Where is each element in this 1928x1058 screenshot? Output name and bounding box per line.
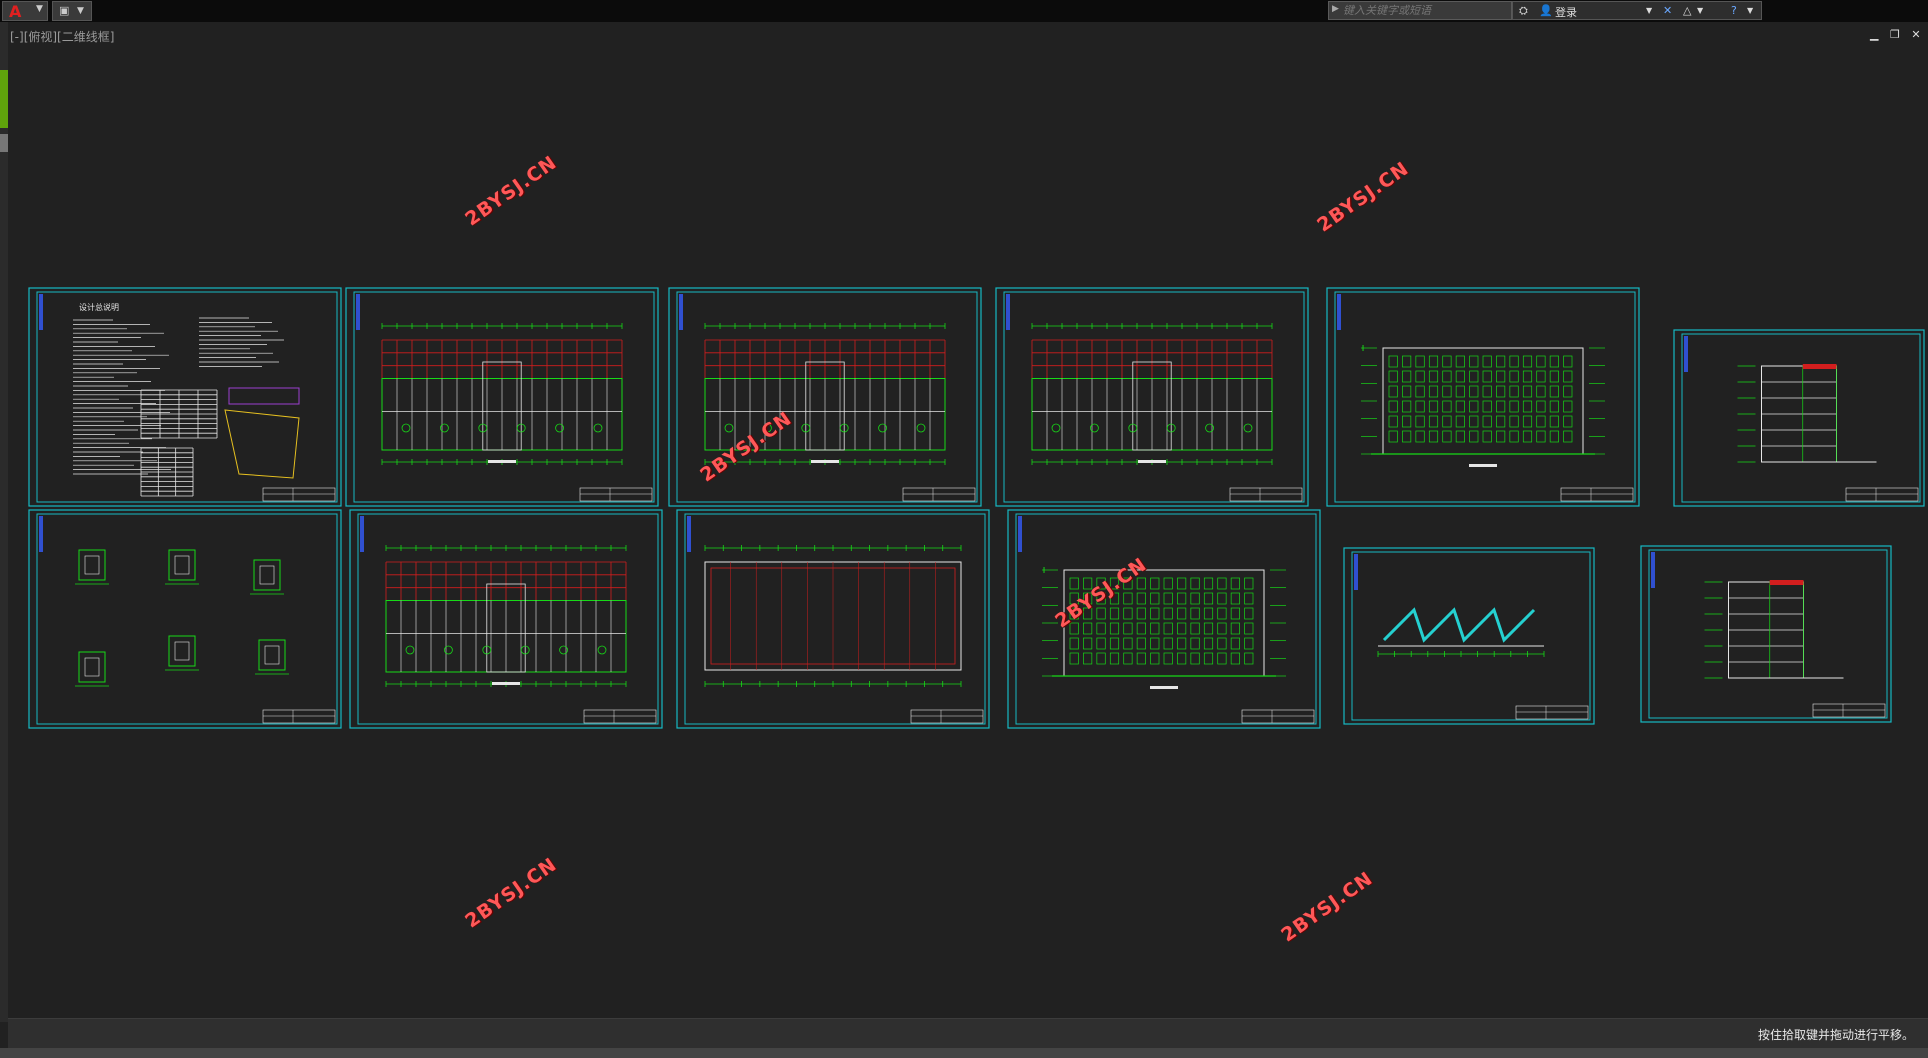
detail-drawing (253, 559, 281, 591)
drawing-sheet[interactable] (349, 509, 663, 729)
drawing-sheet[interactable] (995, 287, 1309, 507)
sheet-inner-border (36, 513, 338, 725)
title-block (1241, 709, 1315, 724)
drawing-sheet[interactable] (676, 509, 990, 729)
drawing-sheet[interactable] (1673, 329, 1925, 507)
status-bar: 按住拾取键并拖动进行平移。 (8, 1018, 1928, 1049)
drawing-title (1138, 460, 1166, 463)
drawing-title (488, 460, 516, 463)
sheet-margin-strip (1354, 554, 1358, 590)
detail-drawing (78, 549, 106, 581)
sheet-inner-border (684, 513, 986, 725)
drawing-title (492, 682, 520, 685)
detail-drawing (168, 549, 196, 581)
drawing-canvas[interactable]: 设计总说明 (0, 0, 1928, 1058)
sheet-margin-strip (356, 294, 360, 330)
sheet-outer-border (1640, 545, 1892, 723)
detail-drawing (78, 651, 106, 683)
title-block (262, 487, 336, 502)
sheet-margin-strip (687, 516, 691, 552)
sheet-margin-strip (360, 516, 364, 552)
sheet-inner-border (1648, 549, 1888, 719)
title-block (1515, 705, 1589, 720)
drawing-sheet[interactable] (28, 509, 342, 729)
sheet-inner-border (36, 291, 338, 503)
title-block (902, 487, 976, 502)
title-block (262, 709, 336, 724)
drawing-sheet[interactable] (345, 287, 659, 507)
detail-drawing (168, 635, 196, 667)
sheet-margin-strip (1684, 336, 1688, 372)
sheet-outer-border (28, 509, 342, 729)
sheet-margin-strip (39, 294, 43, 330)
sheet-inner-border (1003, 291, 1305, 503)
sheet-margin-strip (1337, 294, 1341, 330)
sheet-margin-strip (39, 516, 43, 552)
sheet-outer-border (28, 287, 342, 507)
sheet-outer-border (1673, 329, 1925, 507)
title-block (583, 709, 657, 724)
status-message: 按住拾取键并拖动进行平移。 (1757, 1028, 1914, 1042)
title-block (1812, 703, 1886, 718)
drawing-title (811, 460, 839, 463)
title-block (910, 709, 984, 724)
drawing-sheet[interactable]: 设计总说明 (28, 287, 342, 507)
drawing-sheet[interactable] (1343, 547, 1595, 725)
title-block (1560, 487, 1634, 502)
sheet-title: 设计总说明 (79, 302, 119, 312)
sheet-margin-strip (1006, 294, 1010, 330)
title-block (1845, 487, 1919, 502)
drawing-sheet[interactable] (1640, 545, 1892, 723)
sheet-inner-border (353, 291, 655, 503)
sheet-margin-strip (1018, 516, 1022, 552)
bottom-band (0, 1048, 1928, 1058)
sheet-margin-strip (1651, 552, 1655, 588)
detail-drawing (258, 639, 286, 671)
sheet-inner-border (1681, 333, 1921, 503)
drawing-sheet[interactable] (1326, 287, 1640, 507)
title-block (1229, 487, 1303, 502)
sheet-margin-strip (679, 294, 683, 330)
sheet-inner-border (357, 513, 659, 725)
title-block (579, 487, 653, 502)
